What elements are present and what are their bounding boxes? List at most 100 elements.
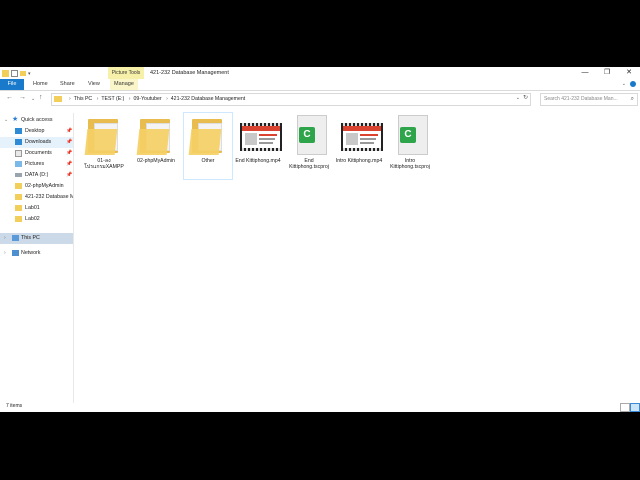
nav-label: This PC bbox=[21, 235, 40, 241]
properties-icon[interactable] bbox=[11, 70, 18, 77]
computer-icon bbox=[12, 235, 19, 241]
divider bbox=[73, 113, 74, 403]
search-placeholder: Search 421-232 Database Man... bbox=[544, 96, 618, 102]
file-item-intro-video[interactable]: Intro Kittiphong.mp4 bbox=[335, 113, 383, 179]
pin-icon[interactable]: 📌 bbox=[66, 148, 72, 159]
file-name: Other bbox=[201, 158, 215, 164]
pin-icon[interactable]: 📌 bbox=[66, 126, 72, 137]
drive-icon bbox=[15, 173, 22, 177]
file-name: 02-phpMyAdmin bbox=[137, 158, 175, 164]
nav-item-documents[interactable]: Documents 📌 bbox=[0, 148, 73, 159]
tab-share[interactable]: Share bbox=[60, 79, 75, 90]
minimize-button[interactable]: — bbox=[574, 67, 596, 79]
nav-label: Lab02 bbox=[25, 216, 40, 222]
tab-file[interactable]: File bbox=[0, 79, 24, 90]
recent-locations-icon[interactable]: ⌄ bbox=[31, 96, 35, 102]
nav-label: DATA (D:) bbox=[25, 172, 49, 178]
nav-label: Network bbox=[21, 250, 41, 256]
nav-item-desktop[interactable]: Desktop 📌 bbox=[0, 126, 73, 137]
maximize-button[interactable]: ❐ bbox=[596, 67, 618, 79]
qat-dropdown-icon[interactable]: ▾ bbox=[28, 71, 31, 77]
nav-network[interactable]: › Network bbox=[0, 248, 73, 259]
address-bar[interactable]: › This PC › TEST (E:) › 09-Youtuber › 421-23… bbox=[51, 93, 531, 106]
search-input[interactable]: Search 421-232 Database Man... ⌕ bbox=[540, 93, 638, 106]
breadcrumb-database-management[interactable]: 421-232 Database Management bbox=[171, 96, 245, 102]
nav-item-lab01[interactable]: Lab01 bbox=[0, 203, 73, 214]
refresh-icon[interactable]: ↻ bbox=[523, 94, 528, 101]
nav-quick-access[interactable]: ⌄ ★ Quick access bbox=[0, 115, 73, 126]
nav-label: Desktop bbox=[25, 128, 45, 134]
download-icon bbox=[15, 139, 22, 145]
file-item-end-project[interactable]: C End Kittiphong.tscproj bbox=[285, 113, 333, 179]
expand-arrow-icon[interactable]: › bbox=[4, 248, 6, 259]
nav-item-lab02[interactable]: Lab02 bbox=[0, 214, 73, 225]
video-thumbnail-icon bbox=[240, 115, 282, 155]
file-name: Intro Kittiphong.tscproj bbox=[390, 158, 430, 171]
nav-label: Quick access bbox=[21, 117, 53, 123]
video-thumbnail-icon bbox=[341, 115, 383, 155]
file-name: 01-ลงโปรแกรมXAMPP bbox=[84, 158, 124, 171]
expand-arrow-icon[interactable]: ⌄ bbox=[4, 115, 8, 126]
file-item-end-video[interactable]: End Kittiphong.mp4 bbox=[234, 113, 282, 179]
forward-arrow-icon[interactable]: → bbox=[19, 94, 26, 101]
documents-icon bbox=[15, 150, 22, 157]
breadcrumb-this-pc[interactable]: This PC bbox=[74, 96, 92, 102]
details-view-icon[interactable] bbox=[620, 403, 630, 412]
folder-icon bbox=[15, 194, 22, 200]
folder-icon bbox=[2, 70, 9, 77]
nav-item-downloads[interactable]: Downloads 📌 bbox=[0, 137, 73, 148]
nav-item-phpmyadmin[interactable]: 02-phpMyAdmin bbox=[0, 181, 73, 192]
new-folder-icon[interactable] bbox=[20, 71, 26, 76]
nav-label: 421-232 Database M bbox=[25, 194, 73, 200]
folder-icon bbox=[15, 183, 22, 189]
nav-this-pc[interactable]: › This PC bbox=[0, 233, 73, 244]
camtasia-project-icon: C bbox=[392, 115, 428, 155]
large-icons-view-icon[interactable] bbox=[630, 403, 640, 412]
file-item-intro-project[interactable]: C Intro Kittiphong.tscproj bbox=[386, 113, 434, 179]
expand-ribbon-icon[interactable]: ⌄ bbox=[622, 81, 626, 87]
pin-icon[interactable]: 📌 bbox=[66, 137, 72, 148]
status-bar: 7 items bbox=[0, 401, 640, 412]
expand-arrow-icon[interactable]: › bbox=[4, 233, 6, 244]
close-button[interactable]: ✕ bbox=[618, 67, 640, 79]
folder-icon bbox=[15, 216, 22, 222]
help-icon[interactable] bbox=[630, 81, 636, 87]
file-name: Intro Kittiphong.mp4 bbox=[335, 158, 383, 164]
address-row: ← → ⌄ ↑ › This PC › TEST (E:) › 09-Youtuber… bbox=[0, 91, 640, 107]
chevron-down-icon[interactable]: ⌄ bbox=[516, 95, 520, 101]
file-explorer-window: ▾ Picture Tools 421-232 Database Managem… bbox=[0, 67, 640, 412]
file-item-phpmyadmin-folder[interactable]: 02-phpMyAdmin bbox=[132, 113, 180, 179]
tab-view[interactable]: View bbox=[88, 79, 100, 90]
title-bar: ▾ Picture Tools 421-232 Database Managem… bbox=[0, 67, 640, 79]
nav-label: Documents bbox=[25, 150, 52, 156]
tab-manage[interactable]: Manage bbox=[110, 79, 138, 90]
folder-icon bbox=[188, 115, 226, 155]
window-title: 421-232 Database Management bbox=[150, 70, 229, 76]
folder-icon bbox=[15, 205, 22, 211]
file-list: 01-ลงโปรแกรมXAMPP 02-phpMyAdmin Other En… bbox=[75, 111, 640, 401]
nav-label: Lab01 bbox=[25, 205, 40, 211]
network-icon bbox=[12, 250, 19, 256]
file-item-xampp-folder[interactable]: 01-ลงโปรแกรมXAMPP bbox=[80, 113, 128, 179]
search-icon: ⌕ bbox=[630, 96, 634, 102]
folder-icon bbox=[136, 115, 174, 155]
camtasia-project-icon: C bbox=[291, 115, 327, 155]
nav-item-database-management[interactable]: 421-232 Database M bbox=[0, 192, 73, 203]
pin-icon[interactable]: 📌 bbox=[66, 159, 72, 170]
tab-home[interactable]: Home bbox=[33, 79, 48, 90]
pin-icon[interactable]: 📌 bbox=[66, 170, 72, 181]
up-arrow-icon[interactable]: ↑ bbox=[39, 94, 43, 101]
nav-label: Downloads bbox=[25, 139, 52, 145]
breadcrumb-youtuber[interactable]: 09-Youtuber bbox=[134, 96, 162, 102]
nav-label: 02-phpMyAdmin bbox=[25, 183, 64, 189]
pictures-icon bbox=[15, 161, 22, 167]
file-name: End Kittiphong.tscproj bbox=[289, 158, 329, 171]
picture-tools-label: Picture Tools bbox=[108, 67, 144, 79]
file-item-other-folder[interactable]: Other bbox=[183, 112, 233, 180]
nav-item-pictures[interactable]: Pictures 📌 bbox=[0, 159, 73, 170]
breadcrumb-test-drive[interactable]: TEST (E:) bbox=[101, 96, 124, 102]
desktop-icon bbox=[15, 128, 22, 134]
nav-item-data-drive[interactable]: DATA (D:) 📌 bbox=[0, 170, 73, 181]
navigation-pane: ⌄ ★ Quick access Desktop 📌 Downloads 📌 D… bbox=[0, 113, 74, 403]
back-arrow-icon[interactable]: ← bbox=[6, 94, 13, 101]
